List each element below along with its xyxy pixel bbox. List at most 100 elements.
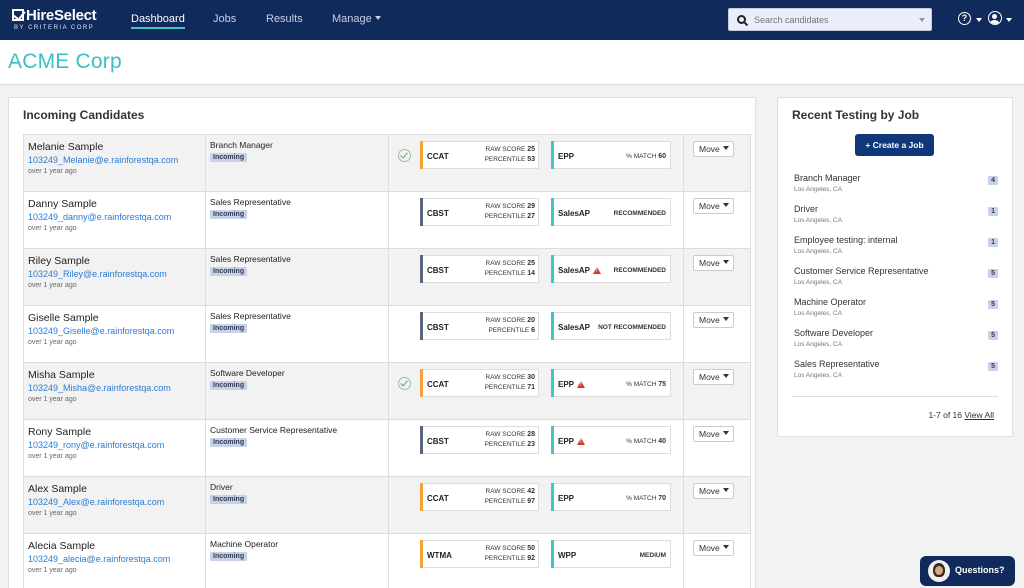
candidate-name[interactable]: Melanie Sample bbox=[28, 141, 103, 153]
recent-job-item[interactable]: Sales Representative Los Angeles, CA 5 bbox=[794, 359, 998, 390]
candidate-email[interactable]: 103249_Riley@e.rainforestqa.com bbox=[28, 269, 167, 279]
candidate-email[interactable]: 103249_Alex@e.rainforestqa.com bbox=[28, 497, 164, 507]
candidate-email[interactable]: 103249_alecia@e.rainforestqa.com bbox=[28, 554, 170, 564]
recent-job-title[interactable]: Machine Operator bbox=[794, 297, 998, 307]
help-chevron-icon[interactable] bbox=[976, 18, 982, 22]
test-score-card[interactable]: CBST RAW SCORE 20 PERCENTILE 6 bbox=[420, 312, 539, 340]
raw-score-value: 20 bbox=[527, 317, 535, 324]
candidate-name[interactable]: Misha Sample bbox=[28, 369, 95, 381]
test-name: CBST bbox=[427, 266, 449, 275]
move-button[interactable]: Move bbox=[693, 426, 734, 442]
test-score-card[interactable]: WTMA RAW SCORE 50 PERCENTILE 92 bbox=[420, 540, 539, 568]
candidate-name[interactable]: Alecia Sample bbox=[28, 540, 95, 552]
candidate-name[interactable]: Riley Sample bbox=[28, 255, 90, 267]
candidate-email[interactable]: 103249_rony@e.rainforestqa.com bbox=[28, 440, 164, 450]
candidate-name[interactable]: Alex Sample bbox=[28, 483, 87, 495]
status-badge: Incoming bbox=[210, 438, 248, 447]
recent-job-item[interactable]: Software Developer Los Angeles, CA 5 bbox=[794, 328, 998, 359]
column-divider bbox=[388, 135, 389, 191]
warning-icon bbox=[577, 381, 586, 388]
test-color-bar bbox=[420, 540, 423, 568]
nav-manage[interactable]: Manage bbox=[332, 13, 381, 25]
test-score-card[interactable]: EPP % MATCH 60 bbox=[551, 141, 671, 169]
t2-result: % MATCH 60 bbox=[626, 153, 666, 160]
candidate-email[interactable]: 103249_Giselle@e.rainforestqa.com bbox=[28, 326, 174, 336]
test-score-card[interactable]: EPP % MATCH 70 bbox=[551, 483, 671, 511]
job-count-badge: 1 bbox=[988, 238, 998, 247]
test-score-card[interactable]: CCAT RAW SCORE 30 PERCENTILE 71 bbox=[420, 369, 539, 397]
test-score-card[interactable]: CBST RAW SCORE 25 PERCENTILE 14 bbox=[420, 255, 539, 283]
recent-job-item[interactable]: Machine Operator Los Angeles, CA 5 bbox=[794, 297, 998, 328]
test-score-card[interactable]: SalesAP RECOMMENDED bbox=[551, 198, 671, 226]
hireselect-logo[interactable]: HireSelect BY CRITERIA CORP bbox=[12, 7, 97, 31]
test-score-card[interactable]: EPP % MATCH 75 bbox=[551, 369, 671, 397]
help-icon[interactable]: ? bbox=[958, 12, 971, 25]
recent-job-item[interactable]: Branch Manager Los Angeles, CA 4 bbox=[794, 173, 998, 204]
nav-dashboard[interactable]: Dashboard bbox=[131, 13, 185, 29]
test-color-bar bbox=[551, 198, 554, 226]
recent-job-item[interactable]: Customer Service Representative Los Angel… bbox=[794, 266, 998, 297]
candidate-email[interactable]: 103249_danny@e.rainforestqa.com bbox=[28, 212, 171, 222]
user-account-icon[interactable] bbox=[988, 11, 1002, 25]
questions-chat-button[interactable]: Questions? bbox=[920, 556, 1015, 586]
recent-job-title[interactable]: Branch Manager bbox=[794, 173, 998, 183]
create-job-button[interactable]: + Create a Job bbox=[855, 134, 934, 156]
test-score-card[interactable]: SalesAP NOT RECOMMENDED bbox=[551, 312, 671, 340]
recent-job-title[interactable]: Software Developer bbox=[794, 328, 998, 338]
candidate-name[interactable]: Rony Sample bbox=[28, 426, 91, 438]
candidate-name[interactable]: Danny Sample bbox=[28, 198, 97, 210]
view-all-link[interactable]: View All bbox=[964, 410, 994, 420]
raw-score: RAW SCORE 28 bbox=[486, 431, 535, 438]
candidate-email[interactable]: 103249_Melanie@e.rainforestqa.com bbox=[28, 155, 178, 165]
move-button[interactable]: Move bbox=[693, 369, 734, 385]
recent-job-location: Los Angeles, CA bbox=[794, 341, 843, 348]
test-score-card[interactable]: CCAT RAW SCORE 42 PERCENTILE 97 bbox=[420, 483, 539, 511]
candidate-time: over 1 year ago bbox=[28, 510, 77, 517]
move-button[interactable]: Move bbox=[693, 483, 734, 499]
company-header: ACME Corp bbox=[0, 40, 1024, 85]
candidate-name[interactable]: Giselle Sample bbox=[28, 312, 99, 324]
nav-results[interactable]: Results bbox=[266, 13, 303, 25]
user-chevron-icon[interactable] bbox=[1006, 18, 1012, 22]
test-score-card[interactable]: WPP MEDIUM bbox=[551, 540, 671, 568]
search-input[interactable] bbox=[754, 14, 914, 25]
recent-job-item[interactable]: Driver Los Angeles, CA 1 bbox=[794, 204, 998, 235]
raw-score-value: 25 bbox=[527, 146, 535, 153]
search-box[interactable] bbox=[728, 8, 932, 31]
column-divider bbox=[205, 249, 206, 305]
chevron-down-icon bbox=[722, 488, 729, 492]
move-button[interactable]: Move bbox=[693, 198, 734, 214]
candidate-row: Alex Sample 103249_Alex@e.rainforestqa.co… bbox=[23, 476, 751, 533]
chevron-down-icon bbox=[374, 16, 381, 20]
recent-job-title[interactable]: Customer Service Representative bbox=[794, 266, 998, 276]
test-score-card[interactable]: CBST RAW SCORE 28 PERCENTILE 23 bbox=[420, 426, 539, 454]
recent-job-title[interactable]: Employee testing: internal bbox=[794, 235, 998, 245]
recent-job-title[interactable]: Driver bbox=[794, 204, 998, 214]
move-button[interactable]: Move bbox=[693, 540, 734, 556]
percentile-label: PERCENTILE bbox=[484, 555, 526, 562]
move-button[interactable]: Move bbox=[693, 312, 734, 328]
candidate-row: Misha Sample 103249_Misha@e.rainforestqa.… bbox=[23, 362, 751, 419]
test-name-label: SalesAP bbox=[558, 266, 591, 275]
move-button[interactable]: Move bbox=[693, 255, 734, 271]
test-color-bar bbox=[420, 141, 423, 169]
recent-testing-panel: Recent Testing by Job + Create a Job Bra… bbox=[777, 97, 1013, 437]
test-name: EPP bbox=[558, 152, 574, 161]
job-title: Driver bbox=[210, 482, 233, 492]
recent-job-title[interactable]: Sales Representative bbox=[794, 359, 998, 369]
recent-job-item[interactable]: Employee testing: internal Los Angeles, C… bbox=[794, 235, 998, 266]
column-divider bbox=[205, 534, 206, 588]
move-button[interactable]: Move bbox=[693, 141, 734, 157]
test-score-card[interactable]: EPP % MATCH 40 bbox=[551, 426, 671, 454]
percentile-label: PERCENTILE bbox=[484, 156, 526, 163]
raw-score-label: RAW SCORE bbox=[485, 431, 526, 438]
test-score-card[interactable]: SalesAP RECOMMENDED bbox=[551, 255, 671, 283]
search-dropdown-icon[interactable] bbox=[919, 17, 925, 22]
incoming-title: Incoming Candidates bbox=[23, 108, 145, 122]
questions-label: Questions? bbox=[955, 565, 1005, 575]
candidate-email[interactable]: 103249_Misha@e.rainforestqa.com bbox=[28, 383, 171, 393]
test-score-card[interactable]: CCAT RAW SCORE 25 PERCENTILE 53 bbox=[420, 141, 539, 169]
nav-jobs[interactable]: Jobs bbox=[213, 13, 236, 25]
move-label: Move bbox=[699, 372, 720, 382]
test-score-card[interactable]: CBST RAW SCORE 29 PERCENTILE 27 bbox=[420, 198, 539, 226]
